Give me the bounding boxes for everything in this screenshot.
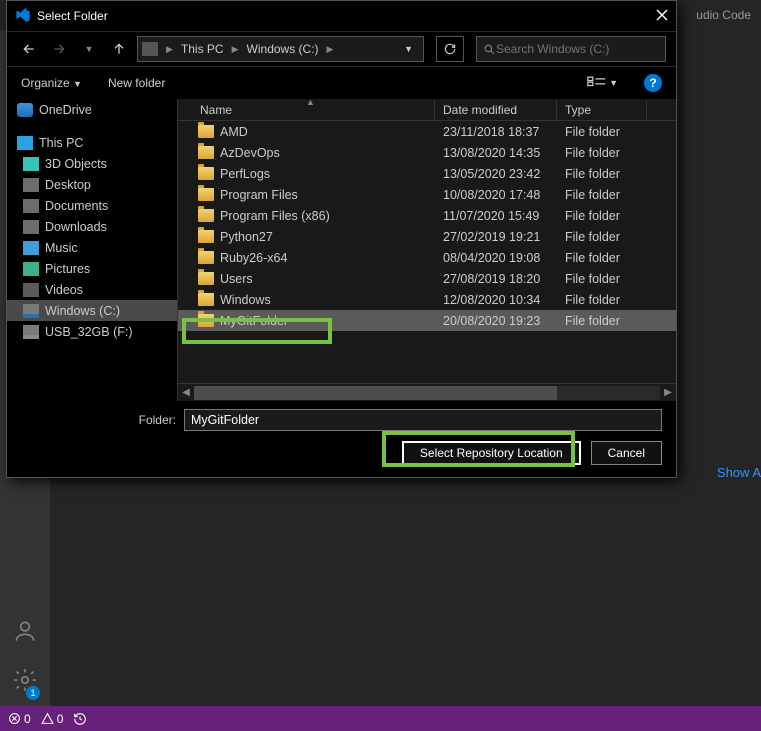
- col-name[interactable]: ▲Name: [178, 99, 435, 120]
- select-location-button[interactable]: Select Repository Location: [402, 441, 581, 465]
- organize-menu[interactable]: Organize ▼: [21, 76, 82, 90]
- settings-badge: 1: [26, 686, 40, 700]
- music-icon: [23, 241, 39, 255]
- address-dropdown[interactable]: ▼: [398, 44, 419, 54]
- folder-dark-icon: [23, 199, 39, 213]
- nav-bar: ▼ ▶ This PC ▶ Windows (C:) ▶ ▼: [7, 31, 676, 67]
- tree-item-usb-32gb-f-[interactable]: USB_32GB (F:): [7, 321, 177, 342]
- folder-icon: [198, 125, 214, 138]
- tree-item-onedrive[interactable]: OneDrive: [7, 99, 177, 120]
- sort-indicator: ▲: [306, 97, 315, 107]
- vscode-titlebar: udio Code: [696, 0, 761, 30]
- search-input[interactable]: [496, 42, 659, 56]
- folder-icon: [198, 209, 214, 222]
- folder-dark-icon: [23, 178, 39, 192]
- status-bar: 0 0: [0, 706, 761, 731]
- dialog-title: Select Folder: [37, 9, 108, 23]
- folder-input[interactable]: [184, 409, 662, 431]
- toolbar: Organize ▼ New folder ▼ ?: [7, 67, 676, 99]
- file-row[interactable]: Python2727/02/2019 19:21File folder: [178, 226, 676, 247]
- usb-icon: [23, 325, 39, 339]
- file-row[interactable]: Windows12/08/2020 10:34File folder: [178, 289, 676, 310]
- search-box[interactable]: [476, 36, 666, 62]
- errors-stat[interactable]: 0: [8, 712, 31, 726]
- history-icon[interactable]: [73, 712, 87, 726]
- tree-item-3d-objects[interactable]: 3D Objects: [7, 153, 177, 174]
- col-type[interactable]: Type: [557, 99, 647, 120]
- tree-item-pictures[interactable]: Pictures: [7, 258, 177, 279]
- breadcrumb-drive[interactable]: Windows (C:): [243, 42, 323, 56]
- chevron-right-icon[interactable]: ▶: [164, 44, 175, 55]
- scroll-right-icon[interactable]: ▶: [660, 387, 676, 398]
- breadcrumb-this-pc[interactable]: This PC: [177, 42, 228, 56]
- file-row[interactable]: AMD23/11/2018 18:37File folder: [178, 121, 676, 142]
- back-button[interactable]: [17, 37, 41, 61]
- scroll-thumb[interactable]: [194, 386, 557, 400]
- folder-icon: [198, 251, 214, 264]
- folder-icon: [198, 188, 214, 201]
- refresh-button[interactable]: [436, 36, 464, 62]
- warnings-stat[interactable]: 0: [41, 712, 64, 726]
- tree-item-desktop[interactable]: Desktop: [7, 174, 177, 195]
- file-row[interactable]: Program Files10/08/2020 17:48File folder: [178, 184, 676, 205]
- drive-icon: [142, 42, 158, 56]
- file-row[interactable]: MyGitFolder20/08/2020 19:23File folder: [178, 310, 676, 331]
- folder-icon: [198, 146, 214, 159]
- up-button[interactable]: [107, 37, 131, 61]
- tree-item-documents[interactable]: Documents: [7, 195, 177, 216]
- cancel-button[interactable]: Cancel: [591, 441, 662, 465]
- file-row[interactable]: PerfLogs13/05/2020 23:42File folder: [178, 163, 676, 184]
- view-options[interactable]: ▼: [587, 76, 618, 90]
- search-icon: [483, 43, 496, 56]
- tree-item-downloads[interactable]: Downloads: [7, 216, 177, 237]
- vscode-icon: [15, 8, 31, 24]
- close-icon[interactable]: [656, 9, 668, 24]
- file-list-pane: ▲Name Date modified Type AMD23/11/2018 1…: [177, 99, 676, 401]
- chevron-right-icon[interactable]: ▶: [325, 44, 336, 55]
- folder-icon: [198, 293, 214, 306]
- new-folder-button[interactable]: New folder: [108, 76, 165, 90]
- folder-icon: [198, 167, 214, 180]
- chevron-right-icon[interactable]: ▶: [230, 44, 241, 55]
- select-folder-dialog: Select Folder ▼ ▶ This PC ▶ Windows (C:)…: [6, 0, 677, 478]
- tree-item-this-pc[interactable]: This PC: [7, 132, 177, 153]
- recent-dropdown[interactable]: ▼: [77, 37, 101, 61]
- folder-icon: [198, 230, 214, 243]
- scroll-left-icon[interactable]: ◀: [178, 387, 194, 398]
- folder-icon: [198, 314, 214, 327]
- drive-icon: [23, 304, 39, 318]
- folder-icon: [198, 272, 214, 285]
- folder-dark-icon: [23, 220, 39, 234]
- file-rows: AMD23/11/2018 18:37File folderAzDevOps13…: [178, 121, 676, 383]
- forward-button[interactable]: [47, 37, 71, 61]
- help-icon[interactable]: ?: [644, 74, 662, 92]
- pic-icon: [23, 262, 39, 276]
- tree-item-music[interactable]: Music: [7, 237, 177, 258]
- h-scrollbar[interactable]: ◀ ▶: [178, 383, 676, 401]
- column-headers: ▲Name Date modified Type: [178, 99, 676, 121]
- show-all-link[interactable]: Show A: [717, 465, 761, 480]
- nav-tree: OneDrive This PC3D ObjectsDesktopDocument…: [7, 99, 177, 401]
- folder-label: Folder:: [21, 413, 176, 427]
- file-row[interactable]: Users27/08/2019 18:20File folder: [178, 268, 676, 289]
- account-icon[interactable]: [12, 618, 38, 649]
- col-date[interactable]: Date modified: [435, 99, 557, 120]
- file-row[interactable]: Ruby26-x6408/04/2020 19:08File folder: [178, 247, 676, 268]
- address-bar[interactable]: ▶ This PC ▶ Windows (C:) ▶ ▼: [137, 36, 424, 62]
- cube-icon: [23, 157, 39, 171]
- tree-item-windows-c-[interactable]: Windows (C:): [7, 300, 177, 321]
- file-row[interactable]: AzDevOps13/08/2020 14:35File folder: [178, 142, 676, 163]
- settings-icon[interactable]: 1: [12, 667, 38, 698]
- file-row[interactable]: Program Files (x86)11/07/2020 15:49File …: [178, 205, 676, 226]
- tree-item-videos[interactable]: Videos: [7, 279, 177, 300]
- cloud-icon: [17, 103, 33, 117]
- dialog-titlebar: Select Folder: [7, 1, 676, 31]
- pc-icon: [17, 136, 33, 150]
- video-icon: [23, 283, 39, 297]
